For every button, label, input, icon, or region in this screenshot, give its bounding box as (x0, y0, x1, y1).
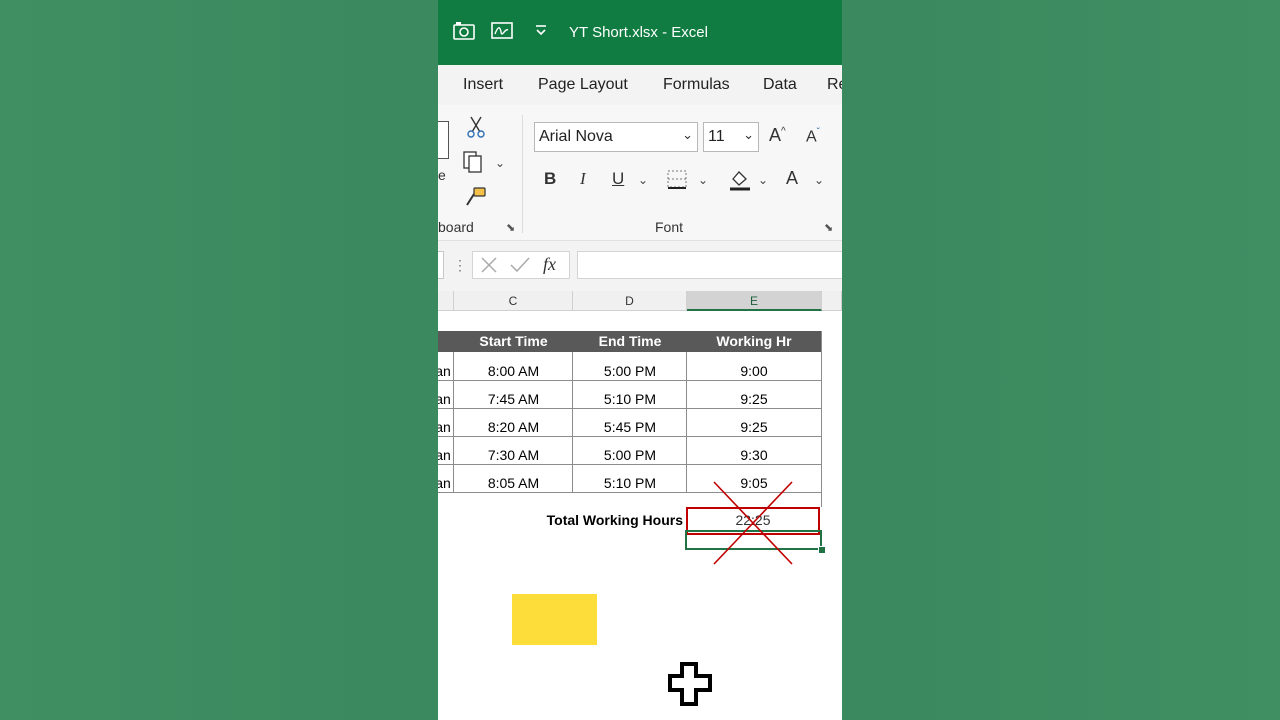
table-header-start: Start Time (454, 331, 573, 352)
format-painter-icon[interactable] (464, 185, 488, 214)
table-cell[interactable]: 9:25 (687, 419, 821, 435)
tab-page-layout[interactable]: Page Layout (538, 76, 628, 94)
ribbon-separator (522, 115, 523, 233)
tab-review[interactable]: Re (827, 76, 842, 94)
tab-formulas[interactable]: Formulas (663, 76, 730, 94)
cut-icon[interactable] (466, 115, 486, 144)
title-bar: YT Short.xlsx - Excel (438, 0, 842, 65)
table-cell[interactable]: 5:00 PM (573, 447, 687, 463)
fill-color-icon[interactable] (728, 167, 752, 198)
fill-handle[interactable] (818, 546, 826, 554)
fill-color-dropdown-chevron-icon[interactable]: ⌄ (758, 173, 768, 187)
wrong-mark-icon (713, 481, 793, 565)
underline-dropdown-chevron-icon[interactable]: ⌄ (638, 173, 648, 187)
increase-font-size-icon[interactable]: A^ (769, 125, 786, 146)
table-cell[interactable]: 9:25 (687, 391, 821, 407)
formula-input[interactable] (577, 251, 842, 279)
grid-line (438, 408, 822, 409)
paste-label: e (438, 167, 446, 183)
name-box[interactable] (438, 251, 444, 279)
table-cell[interactable]: 9:30 (687, 447, 821, 463)
window-title: YT Short.xlsx - Excel (569, 24, 708, 41)
ribbon-tabs: Insert Page Layout Formulas Data Re (438, 65, 842, 105)
table-cell[interactable]: 5:00 PM (573, 363, 687, 379)
column-header-c[interactable]: C (454, 291, 573, 311)
chevron-down-icon: ⌄ (743, 127, 754, 142)
table-cell[interactable]: 9:00 (687, 363, 821, 379)
grid-line (438, 436, 822, 437)
column-header-b[interactable] (438, 291, 454, 311)
ribbon: e ⌄ board ⬊ Arial Nova ⌄ 11 ⌄ A^ Aˇ B I … (438, 105, 842, 241)
font-launcher-icon[interactable]: ⬊ (824, 221, 833, 234)
grid-line (438, 380, 822, 381)
sign-icon[interactable] (490, 20, 516, 47)
table-cell[interactable]: an (438, 363, 452, 379)
decrease-font-size-icon[interactable]: Aˇ (806, 127, 820, 146)
table-cell[interactable]: 7:45 AM (454, 391, 573, 407)
table-cell[interactable]: 5:45 PM (573, 419, 687, 435)
cancel-icon[interactable] (479, 255, 499, 280)
customize-icon[interactable] (534, 22, 548, 43)
column-header-e[interactable]: E (687, 291, 822, 311)
yellow-highlight-shape (512, 594, 597, 645)
underline-button[interactable]: U (612, 169, 624, 189)
table-cell[interactable]: an (438, 419, 452, 435)
column-header-f[interactable] (822, 291, 842, 311)
table-header-b (438, 331, 454, 352)
bold-button[interactable]: B (544, 169, 556, 189)
table-cell[interactable]: 8:20 AM (454, 419, 573, 435)
grid-line (821, 331, 822, 507)
chevron-down-icon: ⌄ (682, 127, 693, 142)
italic-button[interactable]: I (580, 169, 586, 189)
more-options-icon[interactable]: ⋮ (453, 257, 467, 274)
font-size-select[interactable]: 11 ⌄ (703, 122, 759, 152)
table-cell[interactable]: 5:10 PM (573, 475, 687, 491)
table-header-hours: Working Hr (687, 331, 821, 352)
cell-cursor-icon (668, 662, 712, 706)
copy-dropdown-chevron-icon[interactable]: ⌄ (495, 156, 505, 170)
font-name-select[interactable]: Arial Nova ⌄ (534, 122, 698, 152)
borders-dropdown-chevron-icon[interactable]: ⌄ (698, 173, 708, 187)
table-cell[interactable]: 7:30 AM (454, 447, 573, 463)
clipboard-launcher-icon[interactable]: ⬊ (506, 221, 515, 234)
total-label: Total Working Hours (546, 512, 683, 528)
formula-buttons: fx (472, 251, 570, 279)
font-name-value: Arial Nova (539, 128, 613, 145)
table-cell[interactable]: 8:00 AM (454, 363, 573, 379)
formula-bar: ⋮ fx (438, 241, 842, 291)
enter-icon[interactable] (509, 255, 531, 280)
table-header-end: End Time (573, 331, 687, 352)
table-cell[interactable]: an (438, 391, 452, 407)
table-cell[interactable]: 8:05 AM (454, 475, 573, 491)
table-cell[interactable]: an (438, 475, 452, 491)
paste-icon[interactable] (438, 121, 449, 159)
column-header-d[interactable]: D (573, 291, 687, 311)
copy-icon[interactable] (462, 150, 488, 179)
tab-insert[interactable]: Insert (463, 76, 503, 94)
camera-icon[interactable] (452, 20, 476, 47)
font-color-dropdown-chevron-icon[interactable]: ⌄ (814, 173, 824, 187)
excel-window: YT Short.xlsx - Excel Insert Page Layout… (438, 0, 842, 720)
tab-data[interactable]: Data (763, 76, 797, 94)
clipboard-group-label: board (438, 219, 474, 235)
font-color-button[interactable]: A (786, 168, 798, 189)
grid-line (438, 464, 822, 465)
borders-icon[interactable] (666, 168, 690, 197)
table-cell[interactable]: an (438, 447, 452, 463)
table-cell[interactable]: 5:10 PM (573, 391, 687, 407)
font-size-value: 11 (708, 128, 725, 145)
font-group-label: Font (655, 219, 684, 235)
insert-function-icon[interactable]: fx (543, 254, 556, 275)
